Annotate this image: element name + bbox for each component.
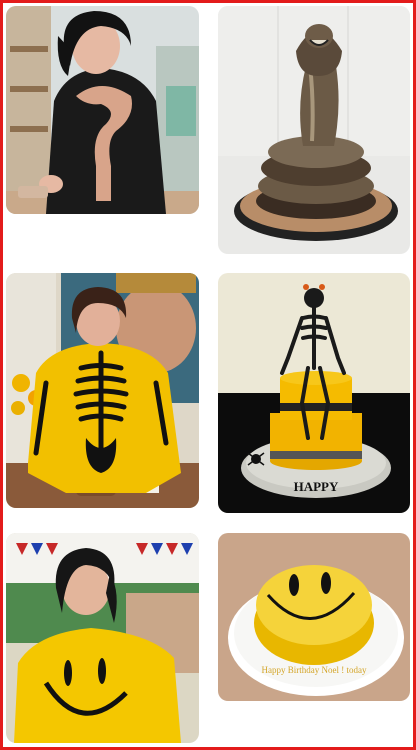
photo-cobra-cake [218, 6, 410, 254]
smiley-cake-inscription: Happy Birthday Noel ! today [262, 665, 367, 675]
photo-person-snake-sweater [6, 6, 199, 214]
photo-person-skeleton-suit [6, 273, 199, 508]
photo-smiley-cake: Happy Birthday Noel ! today [218, 533, 410, 701]
photo-skeleton-cake: HAPPY [218, 273, 410, 513]
photo-person-smiley-sweater [6, 533, 199, 743]
skeleton-cake-board-letters: HAPPY [294, 479, 339, 494]
